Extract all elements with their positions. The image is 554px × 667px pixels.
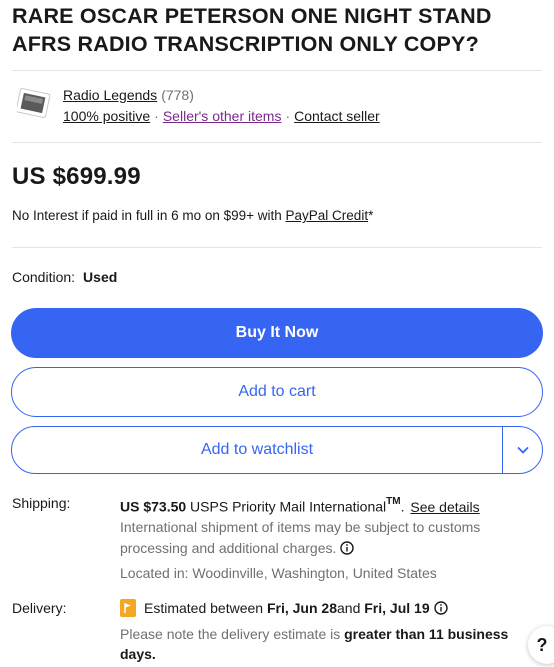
delivery-end-date: Fri, Jul 19: [364, 600, 430, 616]
separator: ·: [154, 108, 159, 124]
add-to-watchlist-button[interactable]: Add to watchlist: [12, 427, 502, 473]
delivery-note: Please note the delivery estimate is gre…: [120, 624, 540, 664]
add-to-cart-button[interactable]: Add to cart: [11, 367, 543, 417]
shipping-service: USPS Priority Mail International: [186, 498, 387, 515]
delivery-note-text: Please note the delivery estimate is: [120, 626, 345, 642]
item-title: RARE OSCAR PETERSON ONE NIGHT STAND AFRS…: [12, 4, 492, 56]
info-icon[interactable]: [433, 601, 448, 615]
shipping-price: US $73.50: [120, 498, 187, 515]
delivery-label: Delivery:: [12, 600, 67, 616]
seller-feedback-count: (778): [161, 87, 194, 103]
trademark: TM: [386, 496, 401, 507]
buy-it-now-button[interactable]: Buy It Now: [11, 308, 543, 358]
shipping-details: US $73.50 USPS Priority Mail Internation…: [120, 494, 540, 583]
shipping-period: .: [400, 498, 405, 515]
delivery-estimate: Estimated between Fri, Jun 28 and Fri, J…: [120, 598, 540, 618]
price: US $699.99: [12, 163, 141, 190]
delivery-flag-icon: [120, 599, 136, 617]
customs-note: International shipment of items may be s…: [120, 517, 540, 559]
chevron-down-icon: [517, 447, 528, 454]
watchlist-split-button: Add to watchlist: [11, 426, 543, 474]
financing-asterisk: *: [368, 208, 374, 223]
shipping-label: Shipping:: [12, 495, 71, 511]
delivery-and: and: [337, 600, 361, 616]
shipping-summary: US $73.50 USPS Priority Mail Internation…: [120, 494, 540, 517]
sellers-other-items-link[interactable]: Seller's other items: [163, 108, 282, 124]
separator: ·: [285, 108, 291, 124]
info-icon[interactable]: [340, 540, 355, 555]
divider: [12, 247, 542, 248]
condition: Condition: Used: [12, 268, 117, 286]
delivery-prefix: Estimated between: [144, 600, 264, 616]
financing-text: No Interest if paid in full in 6 mo on $…: [12, 208, 286, 223]
delivery-start-date: Fri, Jun 28: [266, 600, 337, 616]
see-details-link[interactable]: See details: [410, 499, 479, 515]
customs-note-text: International shipment of items may be s…: [120, 518, 481, 556]
seller-avatar-icon[interactable]: [17, 87, 51, 121]
seller-links: 100% positive · Seller's other items · Conta…: [63, 107, 380, 125]
seller-card: Radio Legends (778) 100% positive · Seller'…: [12, 70, 542, 143]
paypal-credit-link[interactable]: PayPal Credit: [286, 208, 369, 223]
seller-name-row: Radio Legends (778): [63, 86, 194, 104]
condition-value: Used: [83, 269, 118, 285]
item-location: Located in: Woodinville, Washington, Uni…: [120, 564, 437, 581]
delivery-details: Estimated between Fri, Jun 28 and Fri, J…: [120, 598, 540, 664]
condition-label: Condition:: [12, 269, 76, 285]
financing-offer: No Interest if paid in full in 6 mo on $…: [12, 207, 373, 225]
seller-name-link[interactable]: Radio Legends: [63, 87, 157, 103]
contact-seller-link[interactable]: Contact seller: [294, 108, 380, 124]
watchlist-dropdown-button[interactable]: [502, 427, 542, 473]
positive-feedback-link[interactable]: 100% positive: [63, 108, 150, 124]
